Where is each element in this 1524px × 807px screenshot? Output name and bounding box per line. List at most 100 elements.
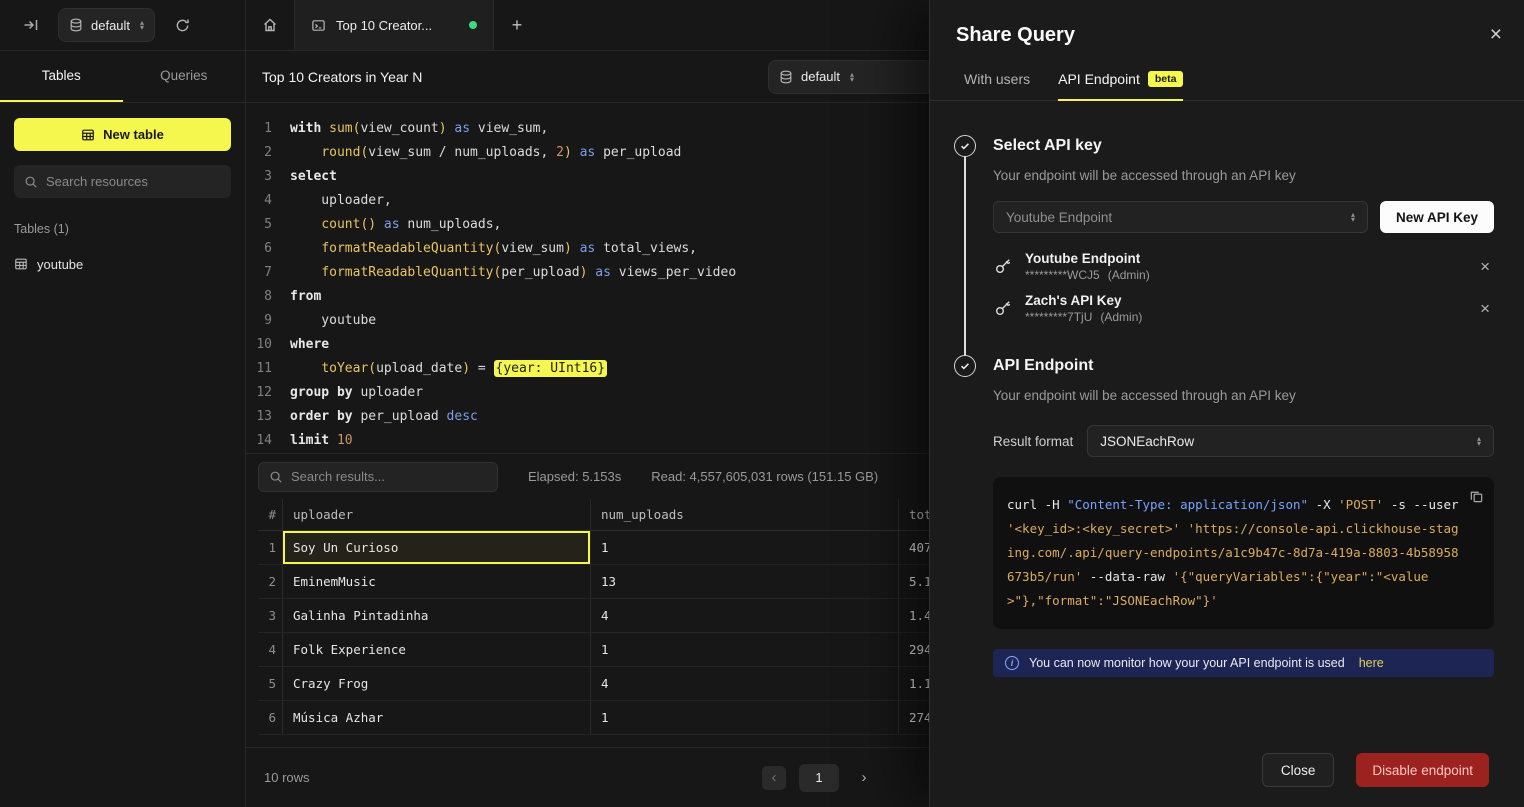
query-tab-title: Top 10 Creator... [336, 18, 459, 33]
sql-code: where [290, 333, 329, 357]
editor-database-selector[interactable]: default ▴▾ [768, 60, 933, 94]
database-icon [779, 70, 793, 84]
curl-command[interactable]: curl -H "Content-Type: application/json"… [993, 477, 1494, 629]
close-icon: × [1490, 23, 1502, 46]
close-button[interactable]: Close [1262, 753, 1335, 787]
modal-footer: Close Disable endpoint [930, 739, 1524, 807]
line-number: 5 [246, 213, 290, 237]
refresh-icon [175, 18, 190, 33]
modal-title: Share Query [956, 24, 1498, 47]
table-icon [14, 257, 28, 271]
copy-button[interactable] [1469, 489, 1484, 504]
modal-header: Share Query × [930, 0, 1524, 47]
step1-subtitle: Your endpoint will be accessed through a… [993, 167, 1494, 185]
sql-code: toYear(upload_date) = {year: UInt16} [290, 357, 607, 381]
database-selector[interactable]: default ▴▾ [58, 8, 155, 42]
result-format-label: Result format [993, 434, 1073, 449]
monitor-here-link[interactable]: here [1359, 656, 1384, 670]
sql-code: from [290, 285, 321, 309]
query-tab[interactable]: Top 10 Creator... [294, 0, 494, 50]
cell-uploader[interactable]: Crazy Frog [283, 667, 591, 700]
refresh-button[interactable] [165, 8, 199, 42]
cell-uploader[interactable]: Soy Un Curioso [283, 531, 591, 564]
api-key-item[interactable]: Youtube Endpoint *********WCJ5(Admin) × [993, 245, 1494, 287]
cell-num-uploads[interactable]: 1 [591, 701, 899, 734]
chevron-left-icon: ‹ [772, 769, 777, 786]
page-number[interactable]: 1 [799, 764, 839, 792]
result-format-value: JSONEachRow [1100, 434, 1194, 449]
chevron-updown-icon: ▴▾ [140, 20, 144, 30]
modal-tabs: With users API Endpoint beta [930, 71, 1524, 101]
cell-uploader[interactable]: EminemMusic [283, 565, 591, 598]
chevron-updown-icon: ▴▾ [1477, 436, 1481, 446]
line-number: 7 [246, 261, 290, 285]
line-number: 1 [246, 117, 290, 141]
home-button[interactable] [246, 0, 294, 50]
api-key-name: Zach's API Key [1025, 293, 1142, 308]
row-index: 1 [258, 531, 283, 564]
cell-num-uploads[interactable]: 13 [591, 565, 899, 598]
new-tab-button[interactable]: + [494, 0, 540, 50]
sidebar-item-youtube[interactable]: youtube [0, 248, 245, 280]
new-api-key-button[interactable]: New API Key [1380, 201, 1494, 233]
result-format-select[interactable]: JSONEachRow ▴▾ [1087, 425, 1494, 457]
api-key-item[interactable]: Zach's API Key *********7TjU(Admin) × [993, 287, 1494, 329]
topbar-left: default ▴▾ [0, 0, 246, 50]
search-icon [269, 470, 283, 484]
cell-num-uploads[interactable]: 4 [591, 599, 899, 632]
step-api-endpoint: API Endpoint Your endpoint will be acces… [954, 355, 1494, 677]
pagination: ‹ 1 › [762, 764, 876, 792]
sql-code: round(view_sum / num_uploads, 2) as per_… [290, 141, 681, 165]
results-search-input[interactable] [291, 469, 487, 484]
prev-page-button[interactable]: ‹ [762, 766, 786, 790]
resource-search-input[interactable] [46, 174, 221, 189]
sql-code: order by per_upload desc [290, 405, 478, 429]
chevron-right-icon: › [862, 769, 867, 786]
cell-num-uploads[interactable]: 1 [591, 633, 899, 666]
row-index: 5 [258, 667, 283, 700]
collapse-sidebar-button[interactable] [14, 8, 48, 42]
query-title: Top 10 Creators in Year N [262, 69, 422, 85]
tab-api-endpoint[interactable]: API Endpoint beta [1058, 71, 1183, 101]
api-key-select[interactable]: Youtube Endpoint ▴▾ [993, 201, 1368, 233]
cell-uploader[interactable]: Galinha Pintadinha [283, 599, 591, 632]
cell-num-uploads[interactable]: 4 [591, 667, 899, 700]
sql-code: uploader, [290, 189, 392, 213]
line-number: 11 [246, 357, 290, 381]
tab-queries[interactable]: Queries [123, 51, 246, 102]
new-table-button[interactable]: New table [14, 118, 231, 151]
tab-tables[interactable]: Tables [0, 51, 123, 102]
line-number: 3 [246, 165, 290, 189]
cell-uploader[interactable]: Música Azhar [283, 701, 591, 734]
disable-endpoint-button[interactable]: Disable endpoint [1356, 753, 1489, 787]
cell-uploader[interactable]: Folk Experience [283, 633, 591, 666]
row-count: 10 rows [264, 770, 310, 785]
database-icon [69, 18, 83, 32]
close-modal-button[interactable]: × [1490, 24, 1502, 45]
results-search[interactable] [258, 462, 498, 492]
sql-code: youtube [290, 309, 376, 333]
row-index: 6 [258, 701, 283, 734]
api-key-list: Youtube Endpoint *********WCJ5(Admin) × … [993, 245, 1494, 329]
sidebar: Tables Queries New table Tables (1) yout… [0, 51, 246, 807]
share-query-modal: Share Query × With users API Endpoint be… [929, 0, 1524, 807]
col-uploader[interactable]: uploader [283, 499, 591, 530]
sql-code: select [290, 165, 337, 189]
line-number: 4 [246, 189, 290, 213]
sidebar-tabs: Tables Queries [0, 51, 245, 103]
cell-num-uploads[interactable]: 1 [591, 531, 899, 564]
row-index: 2 [258, 565, 283, 598]
resource-search[interactable] [14, 165, 231, 198]
remove-api-key-button[interactable]: × [1480, 300, 1490, 317]
api-key-select-value: Youtube Endpoint [1006, 210, 1112, 225]
editor-database-value: default [801, 69, 840, 84]
remove-api-key-button[interactable]: × [1480, 258, 1490, 275]
line-number: 14 [246, 429, 290, 453]
line-number: 8 [246, 285, 290, 309]
chevron-updown-icon: ▴▾ [1351, 212, 1355, 222]
next-page-button[interactable]: › [852, 766, 876, 790]
col-num-uploads[interactable]: num_uploads [591, 499, 899, 530]
tab-with-users[interactable]: With users [964, 71, 1030, 101]
collapse-sidebar-icon [23, 17, 39, 33]
info-icon: i [1005, 656, 1019, 670]
